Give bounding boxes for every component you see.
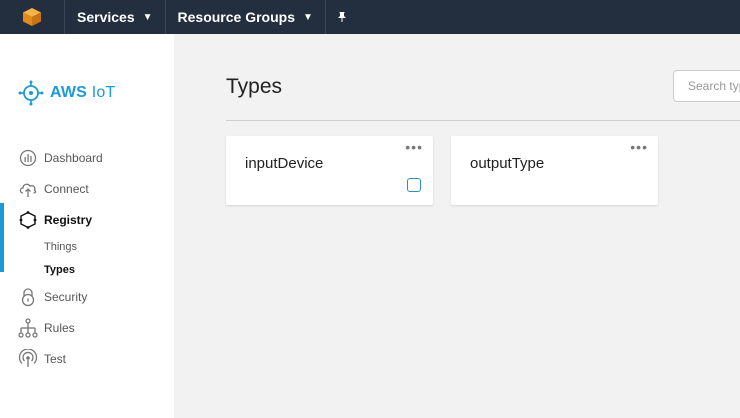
sidebar-subitem-things[interactable]: Things bbox=[0, 235, 174, 258]
sidebar-item-label: Test bbox=[44, 351, 67, 366]
main-content: Types inputDevice ••• outputType ••• bbox=[174, 34, 740, 418]
sidebar-item-label: Security bbox=[44, 289, 88, 304]
broadcast-icon bbox=[18, 348, 38, 369]
more-options-icon[interactable]: ••• bbox=[405, 140, 423, 154]
chevron-down-icon: ▼ bbox=[303, 11, 313, 23]
type-card-inputdevice[interactable]: inputDevice ••• bbox=[226, 136, 433, 205]
registry-hexagon-icon bbox=[18, 210, 38, 230]
resource-groups-label: Resource Groups bbox=[177, 9, 295, 25]
type-card-name: outputType bbox=[470, 155, 545, 172]
pin-icon bbox=[337, 12, 346, 22]
sidebar-subitem-types[interactable]: Types bbox=[0, 258, 174, 281]
services-menu[interactable]: Services ▼ bbox=[65, 0, 166, 34]
search-input[interactable] bbox=[673, 70, 740, 102]
select-checkbox[interactable] bbox=[407, 178, 421, 192]
aws-iot-logo-icon bbox=[18, 80, 44, 106]
padlock-icon bbox=[18, 287, 38, 307]
sidebar-item-dashboard[interactable]: Dashboard bbox=[0, 142, 174, 173]
page-title: Types bbox=[226, 75, 283, 98]
resource-groups-menu[interactable]: Resource Groups ▼ bbox=[166, 0, 326, 34]
brand-primary: AWS bbox=[50, 84, 88, 101]
sidebar-item-connect[interactable]: Connect bbox=[0, 173, 174, 204]
sidebar-nav: Dashboard Connect Registry Things Types … bbox=[0, 142, 174, 374]
sidebar-subitem-label: Things bbox=[44, 240, 78, 253]
brand-secondary: IoT bbox=[91, 84, 116, 101]
title-divider bbox=[226, 120, 740, 121]
sidebar: AWS IoT Dashboard Connect Registry Thing… bbox=[0, 34, 174, 418]
sidebar-item-rules[interactable]: Rules bbox=[0, 312, 174, 343]
services-label: Services bbox=[77, 9, 135, 25]
sidebar-item-label: Registry bbox=[44, 212, 93, 227]
aws-iot-brand[interactable]: AWS IoT bbox=[18, 80, 115, 106]
type-card-name: inputDevice bbox=[245, 155, 324, 172]
aws-logo-button[interactable] bbox=[0, 0, 65, 34]
sidebar-item-label: Connect bbox=[44, 181, 89, 196]
sidebar-item-test[interactable]: Test bbox=[0, 343, 174, 374]
type-card-outputtype[interactable]: outputType ••• bbox=[451, 136, 658, 205]
chevron-down-icon: ▼ bbox=[142, 11, 153, 23]
hierarchy-icon bbox=[18, 317, 38, 338]
sidebar-item-label: Rules bbox=[44, 320, 75, 335]
sidebar-item-security[interactable]: Security bbox=[0, 281, 174, 312]
sidebar-subitem-label: Types bbox=[44, 263, 75, 276]
brand-label: AWS IoT bbox=[50, 84, 115, 102]
top-navigation-bar: Services ▼ Resource Groups ▼ bbox=[0, 0, 740, 34]
sidebar-item-registry[interactable]: Registry bbox=[0, 203, 174, 272]
aws-cube-icon bbox=[23, 8, 41, 26]
dashboard-gauge-icon bbox=[18, 148, 38, 168]
cloud-upload-icon bbox=[18, 179, 38, 199]
pin-button[interactable] bbox=[326, 0, 358, 34]
sidebar-item-label: Dashboard bbox=[44, 150, 103, 165]
more-options-icon[interactable]: ••• bbox=[630, 140, 648, 154]
